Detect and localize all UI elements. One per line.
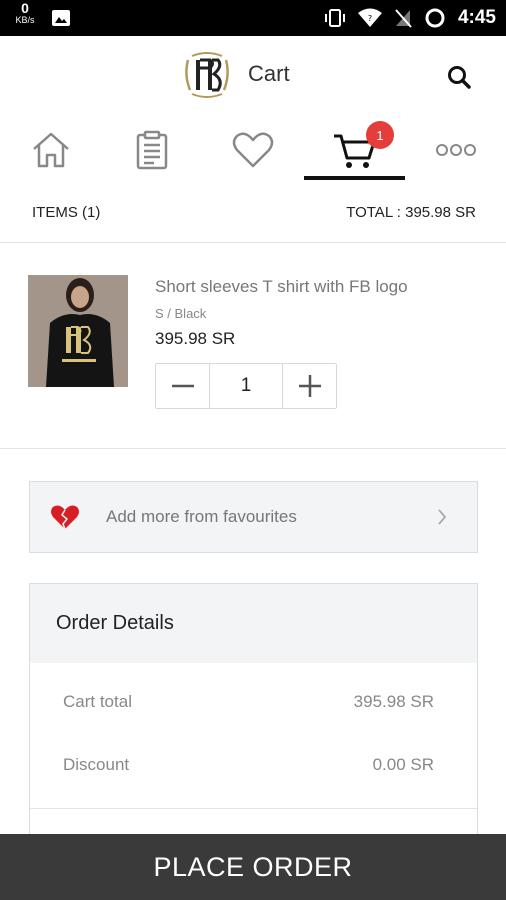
order-details-title: Order Details	[56, 612, 174, 634]
favourites-label: Add more from favourites	[106, 507, 297, 526]
wifi-icon: ?	[357, 8, 382, 27]
broken-heart-icon	[51, 505, 79, 530]
cart-count-badge: 1	[366, 121, 394, 149]
quantity-stepper: 1	[155, 363, 337, 409]
image-notification-icon	[52, 10, 70, 26]
place-order-button[interactable]: PLACE ORDER	[0, 834, 506, 900]
battery-icon	[425, 8, 445, 28]
brand-logo	[185, 52, 229, 98]
quantity-value[interactable]: 1	[209, 364, 283, 408]
page-title: Cart	[248, 61, 290, 86]
plus-icon	[298, 375, 321, 397]
increase-quantity-button[interactable]	[283, 364, 336, 408]
cart-total-value: 395.98 SR	[353, 692, 434, 711]
clock: 4:45	[457, 7, 496, 28]
product-variant: S / Black	[155, 306, 207, 321]
home-icon	[32, 132, 69, 168]
discount-label: Discount	[63, 755, 130, 774]
minus-icon	[171, 384, 194, 388]
chevron-right-icon	[438, 509, 447, 525]
add-from-favourites-button[interactable]: Add more from favourites	[29, 481, 478, 553]
cart-total-label: Cart total	[63, 692, 132, 711]
network-speed: 0 KB/s	[10, 0, 40, 26]
discount-value: 0.00 SR	[372, 755, 434, 774]
cart-summary: ITEMS (1) TOTAL : 395.98 SR	[0, 184, 506, 243]
tab-home[interactable]	[0, 116, 101, 184]
product-image[interactable]	[28, 275, 128, 387]
product-name[interactable]: Short sleeves T shirt with FB logo	[155, 277, 408, 297]
cart-total: TOTAL : 395.98 SR	[346, 204, 476, 221]
divider	[30, 808, 477, 809]
tab-cart[interactable]: 1	[304, 116, 405, 184]
tab-orders[interactable]	[101, 116, 202, 184]
more-icon	[435, 144, 476, 156]
status-bar: 0 KB/s ? 4:45	[0, 0, 506, 36]
network-speed-value: 0	[21, 0, 29, 16]
search-icon[interactable]	[446, 64, 472, 90]
tab-more[interactable]	[405, 116, 506, 184]
network-speed-unit: KB/s	[15, 15, 35, 25]
active-tab-indicator	[304, 176, 405, 180]
tab-bar: 1	[0, 116, 506, 184]
heart-icon	[232, 132, 274, 168]
decrease-quantity-button[interactable]	[156, 364, 209, 408]
order-details-panel: Order Details Cart total 395.98 SR Disco…	[29, 583, 478, 843]
tab-favourites[interactable]	[202, 116, 304, 184]
no-signal-icon	[395, 9, 412, 28]
svg-text:?: ?	[368, 14, 372, 23]
product-price: 395.98 SR	[155, 329, 236, 348]
order-details-header: Order Details	[30, 584, 477, 663]
cart-item: Short sleeves T shirt with FB logo S / B…	[0, 243, 506, 449]
clipboard-icon	[136, 130, 167, 170]
vibrate-icon	[324, 9, 345, 27]
items-count: ITEMS (1)	[32, 204, 101, 221]
app-header: Cart	[0, 36, 506, 116]
